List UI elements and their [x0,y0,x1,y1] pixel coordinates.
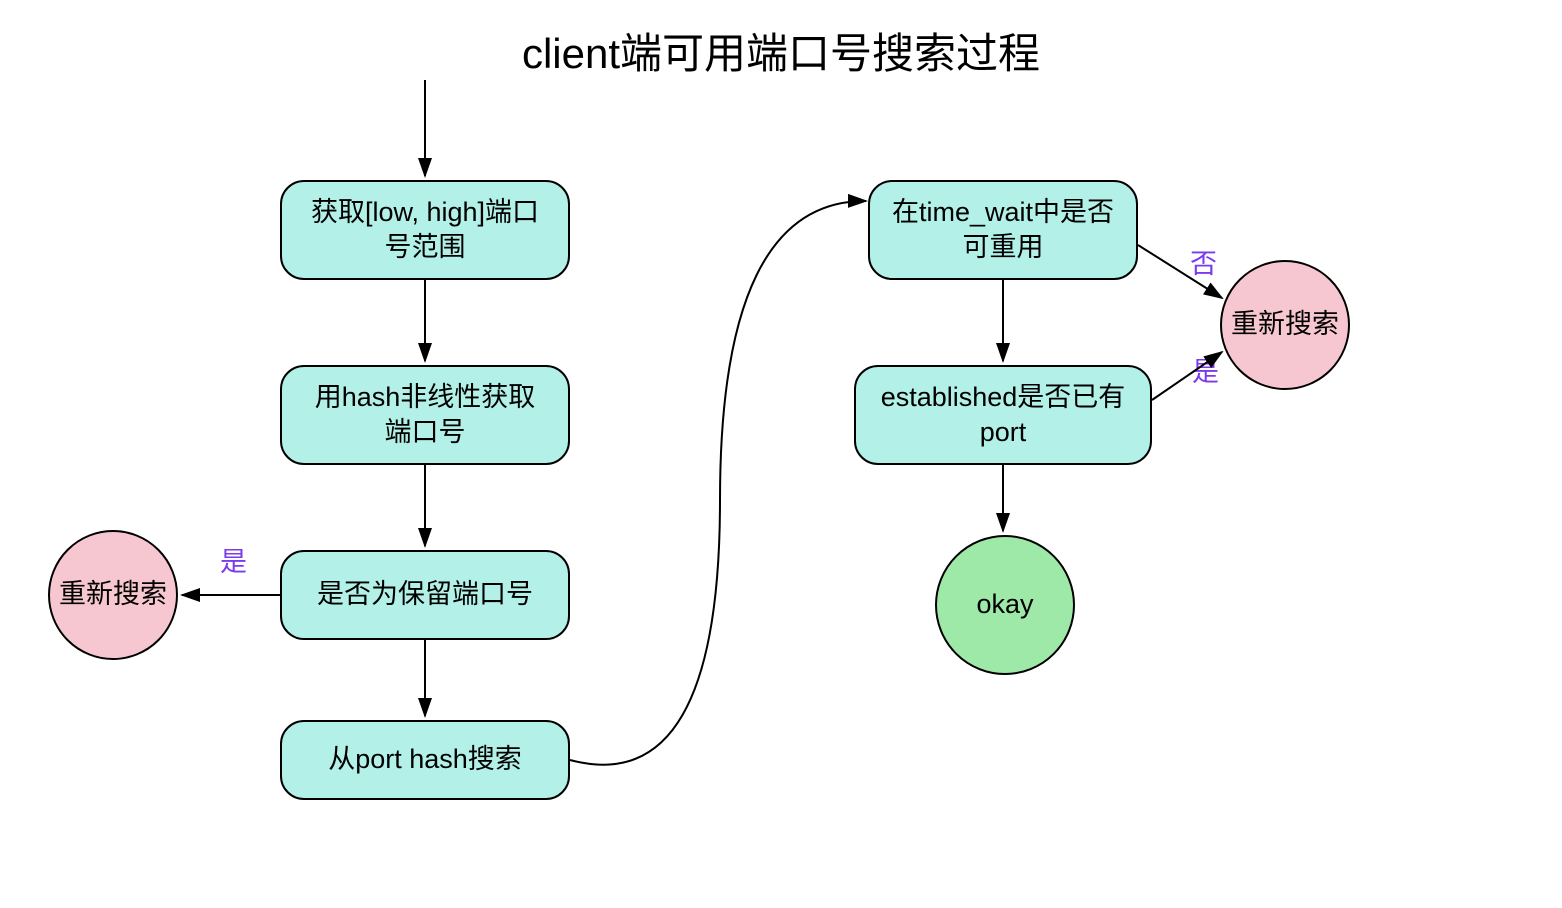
box-label: 获取[low, high]端口号范围 [302,195,548,265]
box-label: 是否为保留端口号 [317,577,533,612]
box-hash-get-port: 用hash非线性获取端口号 [280,365,570,465]
box-label: 用hash非线性获取端口号 [302,380,548,450]
circle-retry-left: 重新搜索 [48,530,178,660]
edge-label-no-right: 否 [1190,242,1217,281]
edge-label-yes-left: 是 [220,540,247,579]
box-label: 从port hash搜索 [328,742,522,777]
box-port-hash-search: 从port hash搜索 [280,720,570,800]
circle-label: 重新搜索 [59,577,167,612]
circle-label: 重新搜索 [1231,307,1339,342]
box-is-reserved-port: 是否为保留端口号 [280,550,570,640]
box-label: established是否已有port [876,380,1130,450]
flowchart-arrows [0,0,1562,908]
circle-label: okay [976,587,1033,622]
edge-label-yes-right: 是 [1192,350,1219,389]
circle-okay: okay [935,535,1075,675]
box-time-wait-reuse: 在time_wait中是否可重用 [868,180,1138,280]
circle-retry-right: 重新搜索 [1220,260,1350,390]
box-established-port: established是否已有port [854,365,1152,465]
box-label: 在time_wait中是否可重用 [890,195,1116,265]
diagram-title: client端可用端口号搜索过程 [522,20,1040,81]
box-get-port-range: 获取[low, high]端口号范围 [280,180,570,280]
